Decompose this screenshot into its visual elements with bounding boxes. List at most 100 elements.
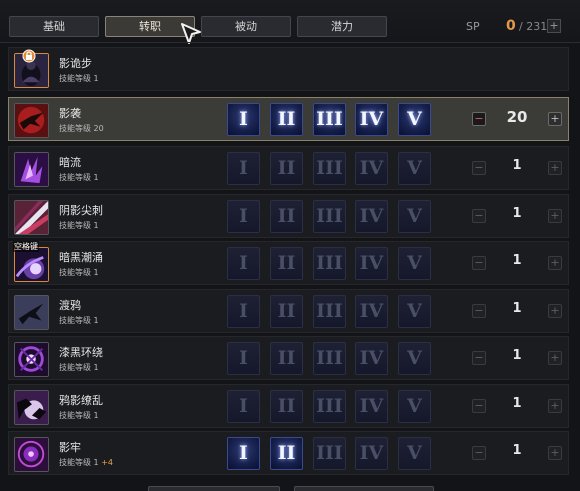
decrease-level-button[interactable]: − [472,256,486,270]
rune-2-button[interactable]: II [270,247,303,280]
rune-2-button[interactable]: II [270,342,303,375]
skill-name: 渡鸦 [59,299,81,312]
skill-row[interactable]: 暗流 技能等级 1 I II III IV V −1 + [8,146,569,190]
rune-3-button[interactable]: III [313,152,346,185]
tab-basic[interactable]: 基础 [9,16,99,37]
rune-5-button[interactable]: V [398,342,431,375]
rune-5-button[interactable]: V [398,390,431,423]
skill-level: 技能等级 1 [59,73,99,84]
sp-max: / 231 [519,20,548,33]
rune-4-button[interactable]: IV [355,200,388,233]
increase-level-button[interactable]: + [548,161,562,175]
increase-level-button[interactable]: + [548,399,562,413]
raven-icon[interactable] [14,295,49,330]
shadow-spike-icon[interactable] [14,200,49,235]
lock-badge-icon [22,49,36,63]
skill-level: 技能等级 1 [59,172,99,183]
dark-encircle-icon[interactable] [14,342,49,377]
rune-1-button[interactable]: I [227,437,260,470]
decrease-level-button[interactable]: − [472,351,486,365]
raven-frenzy-icon[interactable] [14,390,49,425]
decrease-level-button[interactable]: − [472,161,486,175]
skill-level: 技能等级 1 [59,362,99,373]
rune-3-button[interactable]: III [313,390,346,423]
rune-5-button[interactable]: V [398,200,431,233]
rune-4-button[interactable]: IV [355,152,388,185]
shadow-prison-icon[interactable] [14,437,49,472]
skill-points-count: 1 [512,301,522,316]
rune-1-button[interactable]: I [227,342,260,375]
level-prefix: 技能等级 [59,316,91,325]
increase-level-button[interactable]: + [548,256,562,270]
rune-3-button[interactable]: III [313,342,346,375]
decrease-level-button[interactable]: − [472,446,486,460]
rune-3-button[interactable]: III [313,200,346,233]
skill-row[interactable]: 渡鸦 技能等级 1 I II III IV V −1 + [8,289,569,333]
rune-4-button[interactable]: IV [355,437,388,470]
rune-2-button[interactable]: II [270,200,303,233]
level-prefix: 技能等级 [59,268,91,277]
rune-5-button[interactable]: V [398,295,431,328]
rune-1-button[interactable]: I [227,200,260,233]
skill-name: 影袭 [59,107,81,120]
rune-4-button[interactable]: IV [355,103,388,136]
rune-3-button[interactable]: III [313,295,346,328]
sp-add-button[interactable]: + [547,19,561,33]
top-bar: 基础 转职 被动 潜力 SP 0 / 231 + [0,0,580,44]
tab-potential[interactable]: 潜力 [297,16,387,37]
rune-4-button[interactable]: IV [355,247,388,280]
tab-passive[interactable]: 被动 [201,16,291,37]
dark-surge-icon[interactable] [14,247,49,282]
decrease-level-button[interactable]: − [472,209,486,223]
rune-4-button[interactable]: IV [355,342,388,375]
shadow-raid-icon[interactable] [14,103,49,138]
rune-2-button[interactable]: II [270,103,303,136]
bottom-button-right[interactable] [294,486,434,491]
rune-4-button[interactable]: IV [355,295,388,328]
level-value: 1 [93,268,99,277]
rune-5-button[interactable]: V [398,437,431,470]
rune-2-button[interactable]: II [270,152,303,185]
decrease-level-button[interactable]: − [472,304,486,318]
increase-level-button[interactable]: + [548,446,562,460]
rune-2-button[interactable]: II [270,390,303,423]
increase-level-button[interactable]: + [548,209,562,223]
rune-5-button[interactable]: V [398,247,431,280]
rune-3-button[interactable]: III [313,103,346,136]
skill-row[interactable]: 影袭 技能等级 20 I II III IV V −20 + [8,97,569,141]
decrease-level-button[interactable]: − [472,112,486,126]
rune-1-button[interactable]: I [227,247,260,280]
level-prefix: 技能等级 [59,173,91,182]
increase-level-button[interactable]: + [548,351,562,365]
rune-5-button[interactable]: V [398,103,431,136]
decrease-level-button[interactable]: − [472,399,486,413]
undercurrent-icon[interactable] [14,152,49,187]
skill-row[interactable]: 漆黑环绕 技能等级 1 I II III IV V −1 + [8,336,569,380]
rune-5-button[interactable]: V [398,152,431,185]
rune-1-button[interactable]: I [227,152,260,185]
skill-name: 阴影尖刺 [59,204,103,217]
skill-row[interactable]: 影诡步 技能等级 1 [8,47,569,91]
skill-row[interactable]: 阴影尖刺 技能等级 1 I II III IV V −1 + [8,194,569,238]
rune-1-button[interactable]: I [227,295,260,328]
skill-points-count: 1 [512,443,522,458]
rune-1-button[interactable]: I [227,103,260,136]
rune-2-button[interactable]: II [270,295,303,328]
level-bonus: +4 [101,458,113,467]
level-prefix: 技能等级 [59,458,91,467]
sp-label: SP [466,20,480,33]
increase-level-button[interactable]: + [548,112,562,126]
rune-3-button[interactable]: III [313,437,346,470]
rune-1-button[interactable]: I [227,390,260,423]
increase-level-button[interactable]: + [548,304,562,318]
skill-row[interactable]: 影牢 技能等级 1 +4 I II III IV V −1 + [8,431,569,475]
skill-points-count: 1 [512,396,522,411]
rune-2-button[interactable]: II [270,437,303,470]
rune-4-button[interactable]: IV [355,390,388,423]
skill-points-count: 20 [506,108,528,126]
level-prefix: 技能等级 [59,411,91,420]
rune-3-button[interactable]: III [313,247,346,280]
bottom-button-left[interactable] [148,486,280,491]
skill-row[interactable]: 空格键 暗黑潮涌 技能等级 1 I II III IV V −1 + [8,241,569,285]
skill-row[interactable]: 鸦影缭乱 技能等级 1 I II III IV V −1 + [8,384,569,428]
